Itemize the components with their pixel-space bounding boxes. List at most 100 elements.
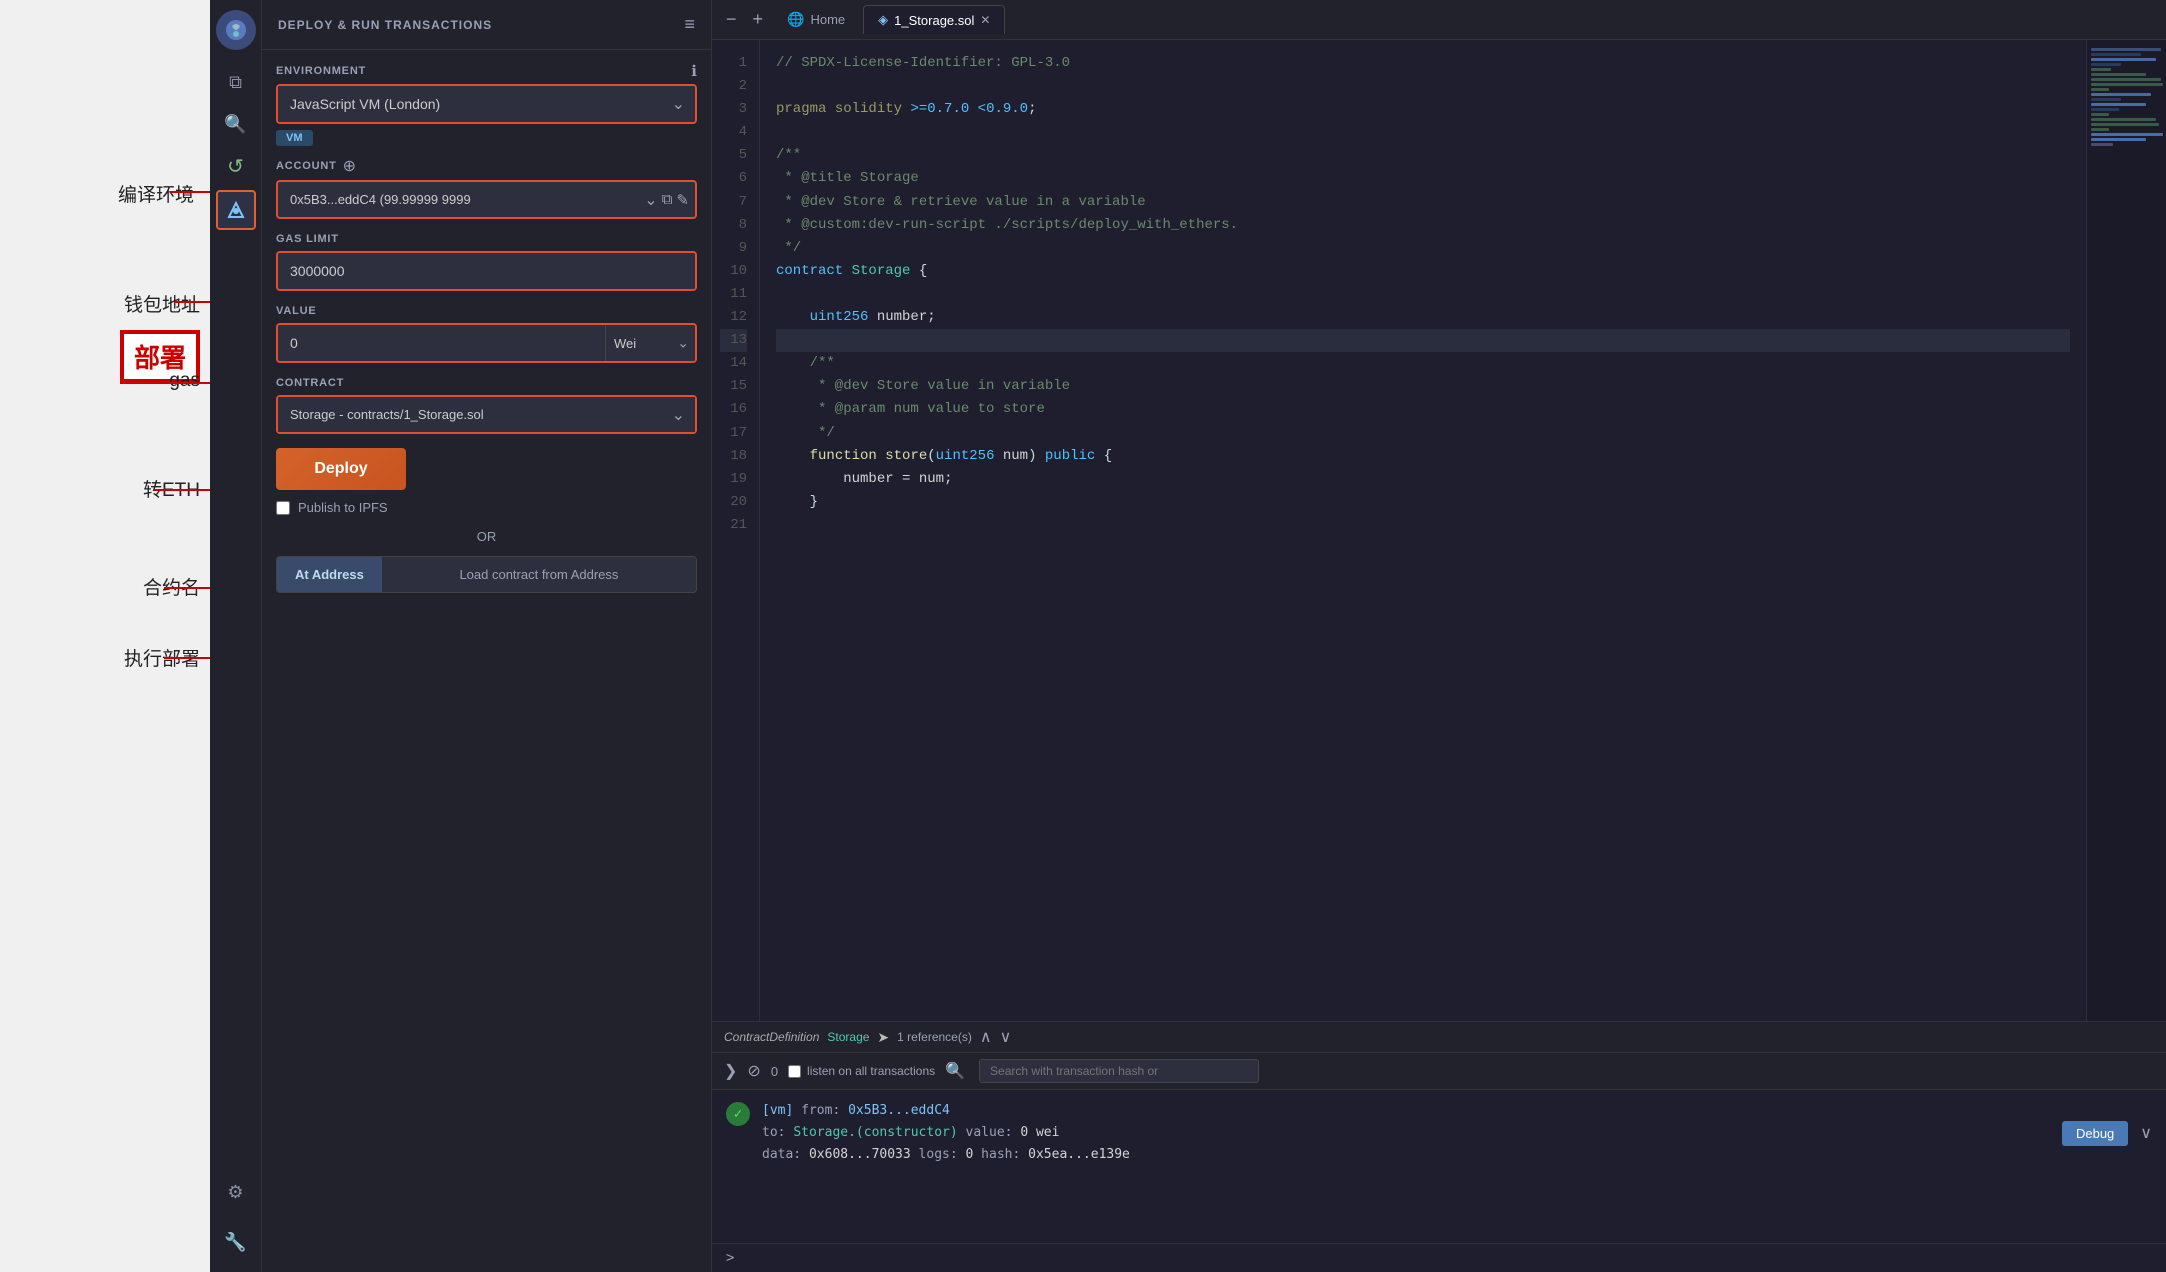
tab-home[interactable]: 🌐 Home [773, 5, 859, 34]
console-clear-btn[interactable]: ⊘ [747, 1061, 760, 1081]
tab-storage-sol[interactable]: ◈ 1_Storage.sol ✕ [863, 5, 1005, 34]
panel-menu-icon[interactable]: ≡ [684, 14, 695, 35]
code-line-14: /** [776, 352, 2070, 375]
environment-label: ENVIRONMENT [276, 65, 366, 77]
gas-limit-label: GAS LIMIT [276, 229, 697, 247]
at-address-button[interactable]: At Address [277, 557, 382, 592]
files-icon: ⧉ [229, 72, 242, 93]
load-contract-button[interactable]: Load contract from Address [382, 557, 696, 592]
log-expand-button[interactable]: ∨ [2140, 1123, 2152, 1143]
code-line-1: // SPDX-License-Identifier: GPL-3.0 [776, 52, 2070, 75]
account-dropdown-icon: ⌄ [644, 190, 657, 210]
publish-ipfs-checkbox[interactable] [276, 501, 290, 515]
log-status-icon: ✓ [726, 1102, 750, 1126]
minimap [2086, 40, 2166, 1021]
publish-ipfs-row: Publish to IPFS [276, 500, 697, 515]
line-num-8: 8 [720, 214, 747, 237]
contract-section: CONTRACT Storage - contracts/1_Storage.s… [276, 373, 697, 434]
console-toolbar: ❯ ⊘ 0 listen on all transactions 🔍 [712, 1053, 2166, 1090]
line-num-6: 6 [720, 167, 747, 190]
line-num-15: 15 [720, 375, 747, 398]
environment-info-icon[interactable]: ℹ [691, 62, 697, 80]
line-num-16: 16 [720, 398, 747, 421]
code-line-18: function store(uint256 num) public { [776, 445, 2070, 468]
line-num-19: 19 [720, 468, 747, 491]
environment-field-wrapper: JavaScript VM (London) ⌄ [276, 84, 697, 124]
sidebar-icon-settings[interactable]: ⚙ [218, 1174, 254, 1210]
sidebar-icon-search[interactable]: 🔍 [218, 106, 254, 142]
account-plus-icon[interactable]: ⊕ [343, 156, 356, 176]
console-area: ❯ ⊘ 0 listen on all transactions 🔍 ✓ [712, 1052, 2166, 1272]
panel-title: DEPLOY & RUN TRANSACTIONS [278, 18, 492, 32]
gear2-icon: 🔧 [224, 1232, 246, 1253]
line-num-14: 14 [720, 352, 747, 375]
annotation-eth-label: 转ETH [143, 480, 200, 501]
console-search-icon-btn[interactable]: 🔍 [945, 1061, 965, 1081]
gas-limit-input[interactable] [278, 253, 695, 289]
line-num-12: 12 [720, 306, 747, 329]
code-line-12: uint256 number; [776, 306, 2070, 329]
line-num-13: 13 [720, 329, 747, 352]
search-icon: 🔍 [224, 114, 246, 135]
annotation-compile-env-label: 编译环境 [118, 180, 194, 207]
contract-field-wrapper: Storage - contracts/1_Storage.sol ⌄ [276, 395, 697, 434]
annotation-execute-deploy: 执行部署 [124, 644, 200, 671]
zoom-out-button[interactable]: − [720, 5, 743, 34]
sidebar-icon-gear2[interactable]: 🔧 [218, 1224, 254, 1260]
environment-label-row: ENVIRONMENT ℹ [276, 62, 697, 80]
code-content[interactable]: // SPDX-License-Identifier: GPL-3.0 prag… [760, 40, 2086, 1021]
address-buttons-row: At Address Load contract from Address [276, 556, 697, 593]
environment-select[interactable]: JavaScript VM (London) [278, 86, 695, 122]
code-line-7: * @dev Store & retrieve value in a varia… [776, 191, 2070, 214]
publish-ipfs-label: Publish to IPFS [298, 500, 388, 515]
account-select[interactable]: 0x5B3...eddC4 (99.99999 9999 [278, 182, 644, 217]
sol-tab-label: 1_Storage.sol [894, 13, 974, 28]
code-line-3: pragma solidity >=0.7.0 <0.9.0; [776, 98, 2070, 121]
code-line-8: * @custom:dev-run-script ./scripts/deplo… [776, 214, 2070, 237]
account-edit-icon[interactable]: ✎ [676, 191, 689, 209]
account-copy-icon[interactable]: ⧉ [662, 191, 673, 208]
value-section: VALUE Wei ⌄ [276, 301, 697, 363]
value-unit-select[interactable]: Wei [605, 325, 695, 361]
contract-def-label: ContractDefinition [724, 1030, 819, 1044]
ref-up-button[interactable]: ∧ [980, 1027, 992, 1047]
code-line-5: /** [776, 144, 2070, 167]
log-debug-button[interactable]: Debug [2062, 1121, 2128, 1146]
console-prompt[interactable]: > [712, 1243, 2166, 1272]
contract-def-arrow[interactable]: ➤ [877, 1029, 889, 1046]
zoom-in-button[interactable]: + [747, 5, 770, 34]
code-line-11 [776, 283, 2070, 306]
annotation-wallet-label: 钱包地址 [124, 290, 200, 317]
value-field-wrapper: Wei ⌄ [276, 323, 697, 363]
sidebar-icon-compile[interactable]: ↺ [218, 148, 254, 184]
annotation-compile-env: 编译环境 [118, 180, 200, 207]
home-tab-icon: 🌐 [787, 11, 804, 28]
deploy-icon [225, 199, 247, 221]
account-label-row: ACCOUNT ⊕ [276, 156, 697, 176]
line-num-7: 7 [720, 191, 747, 214]
value-label: VALUE [276, 301, 697, 319]
sidebar-logo [216, 10, 256, 50]
sol-tab-close-icon[interactable]: ✕ [980, 13, 990, 27]
line-num-18: 18 [720, 445, 747, 468]
sidebar-icon-deploy[interactable] [216, 190, 256, 230]
line-num-2: 2 [720, 75, 747, 98]
sidebar-icon-files[interactable]: ⧉ [218, 64, 254, 100]
compile-icon: ↺ [227, 154, 244, 179]
code-line-19: number = num; [776, 468, 2070, 491]
ref-down-button[interactable]: ∨ [1000, 1027, 1012, 1047]
value-amount-input[interactable] [278, 325, 605, 361]
annotation-wallet-addr: 钱包地址 [124, 290, 200, 317]
console-expand-btn[interactable]: ❯ [724, 1061, 737, 1081]
contract-select[interactable]: Storage - contracts/1_Storage.sol [278, 397, 695, 432]
line-num-10: 10 [720, 260, 747, 283]
minimap-content [2087, 40, 2166, 154]
log-text: [vm] from: 0x5B3...eddC4 to: Storage.(co… [762, 1100, 2050, 1166]
code-line-17: */ [776, 422, 2070, 445]
sidebar: ⧉ 🔍 ↺ ⚙ 🔧 [210, 0, 262, 1272]
home-tab-label: Home [810, 12, 845, 27]
ide-main: ⧉ 🔍 ↺ ⚙ 🔧 D [210, 0, 2166, 1272]
console-search-input[interactable] [979, 1059, 1259, 1083]
listen-checkbox[interactable] [788, 1065, 801, 1078]
deploy-button[interactable]: Deploy [276, 448, 406, 490]
